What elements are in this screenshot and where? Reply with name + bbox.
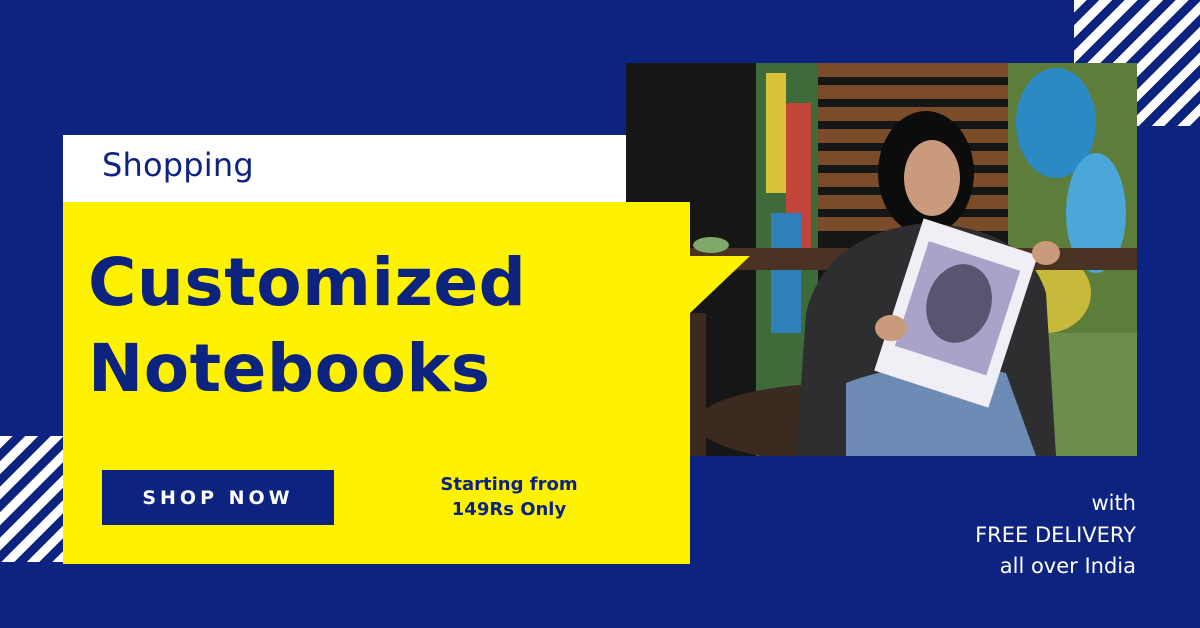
headline: Customized Notebooks <box>88 240 526 412</box>
decorative-stripes-bottom-left <box>0 436 64 562</box>
price-note: Starting from 149Rs Only <box>418 472 600 522</box>
category-label: Shopping <box>102 146 254 184</box>
price-line-2: 149Rs Only <box>451 499 567 521</box>
price-line-1: Starting from <box>440 474 578 495</box>
yellow-flag-shape <box>690 256 750 313</box>
shop-now-button[interactable]: SHOP NOW <box>102 470 334 525</box>
headline-line-2: Notebooks <box>88 329 491 407</box>
delivery-line-3: all over India <box>999 554 1136 578</box>
delivery-line-1: with <box>1091 491 1136 515</box>
delivery-line-2: FREE DELIVERY <box>975 522 1136 547</box>
headline-line-1: Customized <box>88 244 527 321</box>
delivery-note: with FREE DELIVERY all over India <box>880 488 1136 583</box>
